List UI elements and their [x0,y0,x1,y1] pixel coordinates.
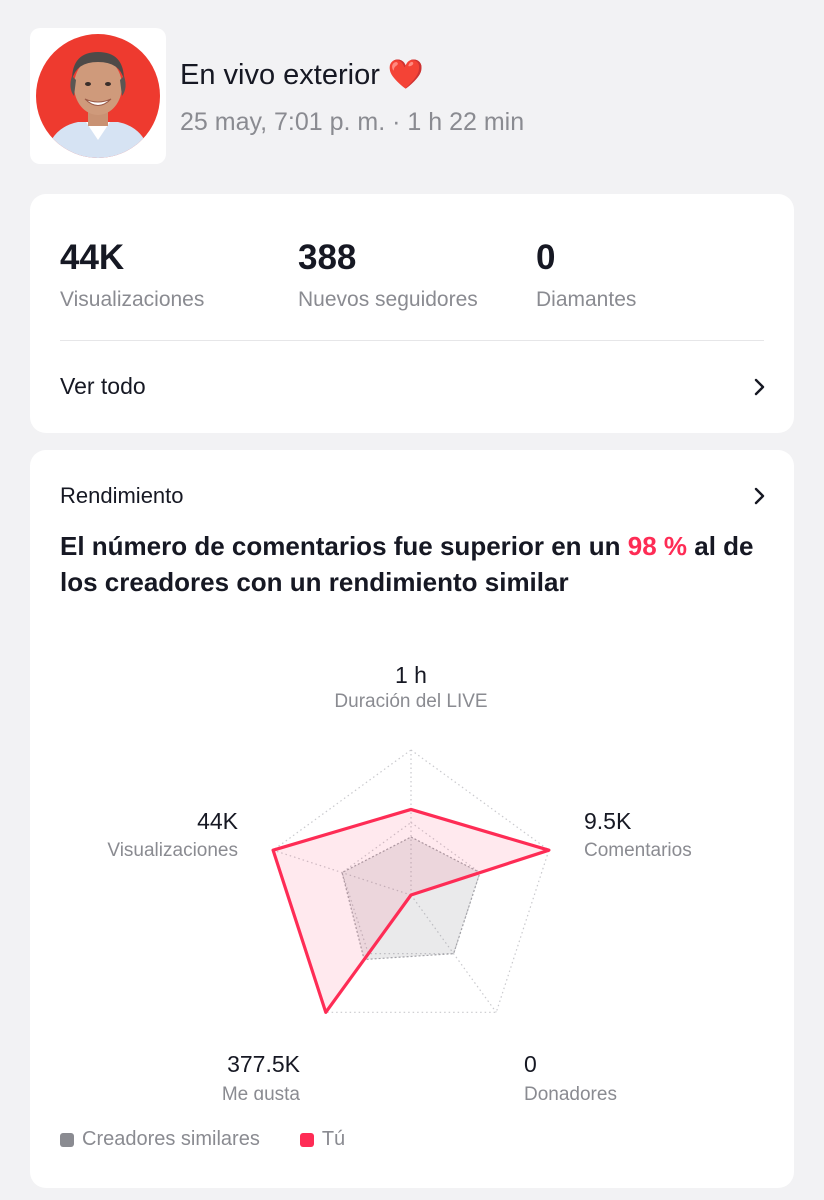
performance-header[interactable]: Rendimiento [60,480,770,512]
see-all-label: Ver todo [60,373,146,399]
stat-value: 0 [536,238,556,277]
legend-item-you: Tú [299,1128,346,1151]
see-all-row[interactable]: Ver todo [60,340,770,433]
headline-text: El número de comentarios fue superior en… [60,531,628,561]
radar-axis-name: Visualizaciones [107,840,238,861]
avatar[interactable] [30,28,166,164]
stat-new-followers: 388 Nuevos seguidores [298,238,478,312]
radar-axis-name: Comentarios [584,840,692,861]
legend-label: Creadores similares [82,1128,260,1150]
radar-axis-name: Me gusta [222,1084,301,1100]
stat-value: 44K [60,238,125,277]
live-header: En vivo exterior ❤️ 25 may, 7:01 p. m. ·… [30,28,794,164]
stat-diamonds: 0 Diamantes [536,238,636,312]
chevron-right-icon [754,378,765,395]
radar-axis-value: 9.5K [584,808,632,834]
radar-axis-name: Donadores [524,1084,617,1100]
headline-highlight: 98 % [627,531,688,561]
avatar-image [36,34,160,158]
radar-axis-value: 1 h [395,662,427,688]
chevron-right-icon [754,487,765,505]
radar-chart: 1 h Duración del LIVE 9.5K Comentarios 0 Dona… [107,662,692,1100]
chart-legend: Creadores similares Tú [60,1128,385,1151]
performance-headline: El número de comentarios fue superior en… [60,528,760,600]
legend-label: Tú [321,1128,346,1150]
stat-label: Diamantes [536,288,637,311]
radar-axis-value: 377.5K [227,1051,301,1077]
stat-label: Visualizaciones [60,288,205,311]
radar-axis-name: Duración del LIVE [334,691,487,712]
legend-swatch [60,1132,74,1147]
live-date-duration: 25 may, 7:01 p. m. · 1 h 22 min [180,108,525,136]
performance-title: Rendimiento [60,483,184,508]
stat-value: 388 [298,238,357,277]
radar-axis-value: 0 [524,1051,537,1077]
stat-views: 44K Visualizaciones [60,238,204,312]
stat-label: Nuevos seguidores [298,288,478,311]
legend-item-similar: Creadores similares [60,1128,260,1151]
legend-swatch [299,1132,314,1147]
radar-axis-value: 44K [197,808,239,834]
live-title: En vivo exterior ❤️ [180,59,425,91]
performance-card: Rendimiento El número de comentarios fue… [30,450,794,1188]
summary-card: 44K Visualizaciones 388 Nuevos seguidore… [30,194,794,433]
